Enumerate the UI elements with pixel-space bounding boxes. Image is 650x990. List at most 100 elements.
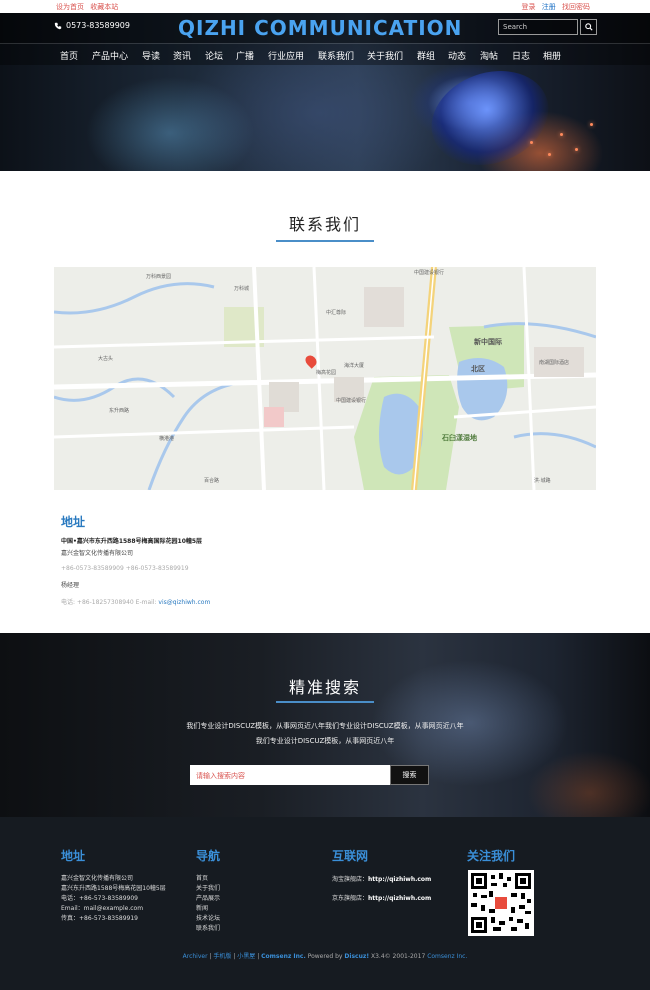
nav-item-feed[interactable]: 动态 xyxy=(448,49,466,62)
map-label: 东升西路 xyxy=(109,408,130,414)
hero-banner: 0573-83589909 QIZHI COMMUNICATION Search… xyxy=(0,13,650,171)
footer-jd: 京东旗舰店：http://qizhiwh.com xyxy=(332,893,431,902)
footer-col-nav: 导航 首页 关于我们 产品展示 新闻 技术论坛 联系我们 xyxy=(196,847,220,934)
company-name: 嘉兴金智文化传播有限公司 xyxy=(61,550,134,557)
map-graphic xyxy=(54,267,596,490)
spark-dot xyxy=(548,153,551,156)
footer-col-title: 导航 xyxy=(196,849,221,863)
contact-title: 联系我们 xyxy=(288,215,361,234)
search-band-title: 精准搜索 xyxy=(288,678,361,697)
powered-by-text: Powered by xyxy=(307,953,343,960)
footer-address-line: 嘉兴东升西路1588号梅高花园10幢5层 xyxy=(61,885,166,892)
nav-item-blog[interactable]: 日志 xyxy=(512,49,530,62)
bookmark-link[interactable]: 收藏本站 xyxy=(90,3,118,11)
nav-item-broadcast[interactable]: 广播 xyxy=(236,49,254,62)
address-heading: 地址 xyxy=(61,515,86,529)
search-icon xyxy=(584,23,593,31)
footer-col-title: 关注我们 xyxy=(467,849,516,863)
search-band-desc-line2: 我们专业设计DISCUZ模板，从事网页近八年 xyxy=(255,737,395,745)
footer-nav-link[interactable]: 关于我们 xyxy=(196,884,220,894)
header-search-input[interactable]: Search xyxy=(498,19,578,35)
map-label: 洪·城路 xyxy=(534,478,551,484)
map-label: 南湖国际酒店 xyxy=(539,360,570,366)
taobao-label: 淘宝旗舰店： xyxy=(332,876,369,883)
mobile-version-link[interactable]: 手机版 xyxy=(213,953,231,960)
discuz-link[interactable]: Discuz! xyxy=(344,953,369,960)
search-band-desc-line1: 我们专业设计DISCUZ模板，从事网页近八年我们专业设计DISCUZ模板，从事网… xyxy=(186,722,464,730)
nav-item-collections[interactable]: 淘帖 xyxy=(480,49,498,62)
comsenz-link[interactable]: Comsenz Inc. xyxy=(261,953,306,960)
footer-address-line: 嘉兴金智文化传播有限公司 xyxy=(61,875,134,882)
footer-nav-link[interactable]: 联系我们 xyxy=(196,924,220,934)
footer-col-title: 互联网 xyxy=(332,849,369,863)
spark-dot xyxy=(560,133,563,136)
search-band-underline xyxy=(276,701,374,703)
archiver-link[interactable]: Archiver xyxy=(183,953,208,960)
mobile-email-prefix: 电话: +86-18257308940 E-mail: xyxy=(61,599,157,606)
nav-item-groups[interactable]: 群组 xyxy=(417,49,435,62)
map-label: 梅高花园 xyxy=(316,370,337,376)
set-home-link[interactable]: 设为首页 xyxy=(56,3,84,11)
map-park-label: 石臼漾湿地 xyxy=(442,434,477,442)
nav-item-contact[interactable]: 联系我们 xyxy=(318,49,354,62)
footer: 地址 嘉兴金智文化传播有限公司 嘉兴东升西路1588号梅高花园10幢5层 电话：… xyxy=(0,817,650,990)
nav-item-forum[interactable]: 论坛 xyxy=(205,49,223,62)
search-band: 精准搜索 我们专业设计DISCUZ模板，从事网页近八年我们专业设计DISCUZ模… xyxy=(0,633,650,817)
forgot-password-link[interactable]: 找回密码 xyxy=(562,3,590,11)
map-label: 中国建设银行 xyxy=(336,398,367,404)
map-label: 中国建设银行 xyxy=(414,270,445,276)
nav-item-about[interactable]: 关于我们 xyxy=(367,49,403,62)
map-label: 万科城 xyxy=(234,286,250,292)
footer-col-title: 地址 xyxy=(61,849,86,863)
spark-dot xyxy=(530,141,533,144)
map-label: 大古头 xyxy=(98,356,114,362)
search-band-button[interactable]: 搜索 xyxy=(390,765,429,785)
register-link[interactable]: 注册 xyxy=(542,3,556,11)
taobao-link[interactable]: http://qizhiwh.com xyxy=(368,876,431,883)
contact-title-underline xyxy=(276,240,374,242)
footer-nav-link[interactable]: 技术论坛 xyxy=(196,914,220,924)
search-band-input[interactable]: 请输入搜索内容 xyxy=(190,765,390,785)
copyright-bar: Archiver | 手机版 | 小黑屋 | Comsenz Inc. Powe… xyxy=(182,953,468,960)
map-district-label: 新中国际 xyxy=(474,338,502,346)
footer-address-line: 电话：+86-573-83589909 xyxy=(61,895,138,902)
address-line: 中国•嘉兴市东升西路1588号梅高国际花园10幢5层 xyxy=(61,538,203,545)
nav-item-products[interactable]: 产品中心 xyxy=(92,49,128,62)
footer-nav-link[interactable]: 产品展示 xyxy=(196,894,220,904)
header-search-button[interactable] xyxy=(580,19,597,35)
qr-code-graphic xyxy=(471,873,531,933)
nav-item-home[interactable]: 首页 xyxy=(60,49,78,62)
location-map[interactable]: 万科西景园 万科城 中汇尊际 中国建设银行 大古头 东升西路 横港港 梅高花园 … xyxy=(54,267,596,490)
phone-fax: +86-0573-83589909 +86-0573-83589919 xyxy=(61,565,189,572)
contact-person: 杨经理 xyxy=(61,582,80,589)
footer-address-line: Email：mail@example.com xyxy=(61,905,144,912)
footer-nav-link[interactable]: 新闻 xyxy=(196,904,220,914)
footer-col-address: 地址 嘉兴金智文化传播有限公司 嘉兴东升西路1588号梅高花园10幢5层 电话：… xyxy=(61,847,166,924)
blackroom-link[interactable]: 小黑屋 xyxy=(237,953,255,960)
jd-label: 京东旗舰店： xyxy=(332,895,369,902)
email-link[interactable]: vis@qizhiwh.com xyxy=(158,599,210,606)
comsenz-link-2[interactable]: Comsenz Inc. xyxy=(427,953,467,960)
header-phone: 0573-83589909 xyxy=(54,21,130,30)
nav-item-industry[interactable]: 行业应用 xyxy=(268,49,304,62)
map-district-label: 北区 xyxy=(471,365,485,373)
main-nav: 首页 产品中心 导读 资讯 论坛 广播 行业应用 联系我们 关于我们 群组 动态… xyxy=(0,43,650,65)
map-label: 百合路 xyxy=(204,478,220,484)
welding-mask-graphic xyxy=(418,55,562,171)
jd-link[interactable]: http://qizhiwh.com xyxy=(368,895,431,902)
qr-code-image xyxy=(468,870,534,936)
nav-item-album[interactable]: 相册 xyxy=(543,49,561,62)
mobile-email: 电话: +86-18257308940 E-mail: vis@qizhiwh.… xyxy=(61,597,361,606)
nav-item-news[interactable]: 资讯 xyxy=(173,49,191,62)
spark-dot xyxy=(575,148,578,151)
footer-address-line: 传真：+86-573-83589919 xyxy=(61,915,138,922)
footer-nav-link[interactable]: 首页 xyxy=(196,874,220,884)
map-label: 横港港 xyxy=(159,436,175,442)
nav-item-guide[interactable]: 导读 xyxy=(142,49,160,62)
phone-icon xyxy=(54,22,62,29)
site-logo[interactable]: QIZHI COMMUNICATION xyxy=(178,16,462,40)
map-label: 中汇尊际 xyxy=(326,310,347,316)
login-link[interactable]: 登录 xyxy=(522,3,536,11)
map-label: 万科西景园 xyxy=(146,274,172,280)
footer-col-internet: 互联网 淘宝旗舰店：http://qizhiwh.com 京东旗舰店：http:… xyxy=(332,847,431,912)
